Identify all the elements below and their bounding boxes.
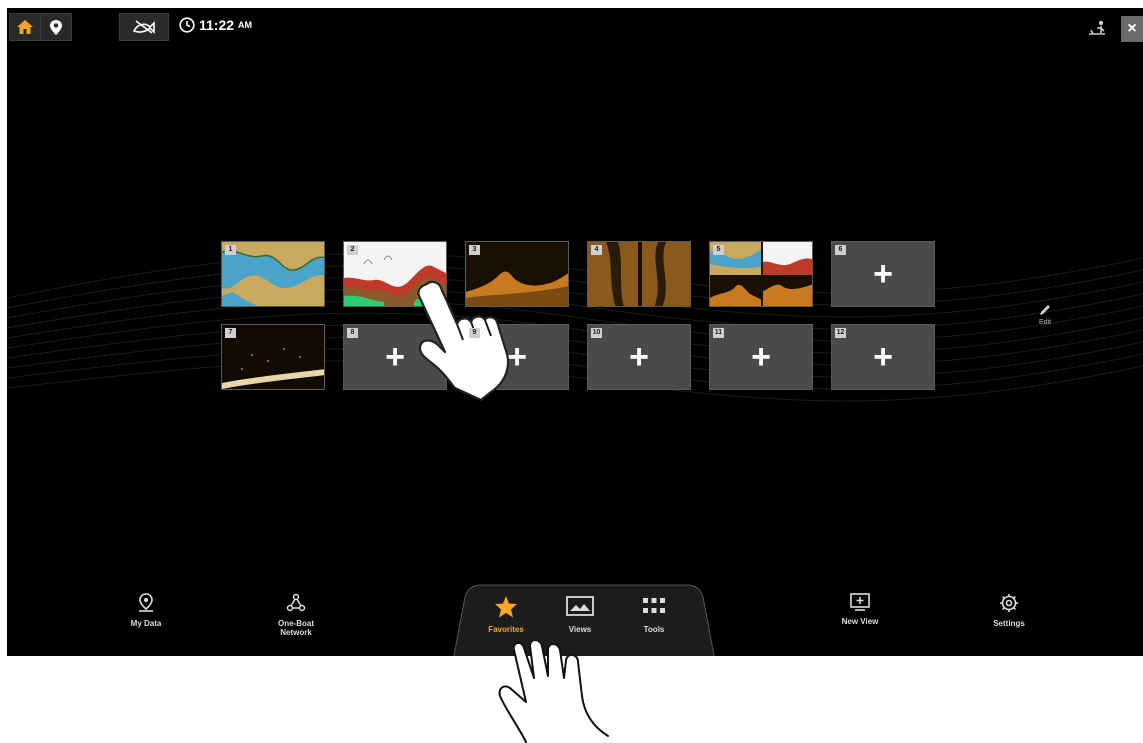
settings-label: Settings — [993, 619, 1025, 628]
views-tab[interactable]: Views — [552, 596, 608, 634]
edit-label: Edit — [1038, 319, 1052, 326]
close-button[interactable]: × — [1121, 16, 1143, 42]
views-label: Views — [568, 625, 592, 634]
favorite-tile-2[interactable]: 2 — [343, 241, 447, 307]
one-boat-network-label: One-Boat Network — [251, 619, 341, 637]
favorite-tile-8[interactable]: 8 + — [343, 324, 447, 390]
tile-number: 6 — [835, 245, 846, 255]
home-icon — [17, 20, 33, 34]
my-data-label: My Data — [130, 619, 162, 628]
clock-time: 11:22 — [199, 17, 235, 33]
status-bar: 11:22 AM × — [7, 8, 1143, 48]
waypoint-button[interactable] — [40, 13, 72, 41]
favorite-tile-7[interactable]: 7 — [221, 324, 325, 390]
tile-number: 2 — [347, 245, 358, 255]
location-pin-icon — [50, 19, 62, 35]
add-view-plus: + — [629, 337, 649, 376]
favorite-tile-1[interactable]: 1 — [221, 241, 325, 307]
home-button[interactable] — [9, 13, 41, 41]
person-icon — [1089, 20, 1105, 35]
favorite-tile-3[interactable]: 3 — [465, 241, 569, 307]
new-view-icon — [850, 593, 870, 611]
tile-number: 10 — [591, 328, 602, 338]
device-screen: 11:22 AM × 1 2 3 4 5 6 + 7 8 + 9 + 10 + … — [7, 8, 1143, 656]
add-view-plus: + — [385, 337, 405, 376]
favorite-tile-11[interactable]: 11 + — [709, 324, 813, 390]
tile-number: 7 — [225, 328, 236, 338]
tools-tab[interactable]: Tools — [626, 596, 682, 634]
tools-label: Tools — [643, 625, 665, 634]
my-data-button[interactable]: My Data — [101, 593, 191, 628]
add-view-plus: + — [507, 337, 527, 376]
fish-icon — [132, 20, 155, 34]
favorite-tile-6[interactable]: 6 + — [831, 241, 935, 307]
one-boat-network-button[interactable]: One-Boat Network — [251, 593, 341, 637]
new-view-label: New View — [841, 617, 879, 626]
tile-number: 12 — [835, 328, 846, 338]
background-wave — [7, 8, 1143, 656]
new-view-button[interactable]: New View — [815, 593, 905, 626]
operator-button[interactable] — [1087, 20, 1107, 43]
tile-number: 8 — [347, 328, 358, 338]
tile-number: 11 — [713, 328, 724, 338]
fish-button[interactable] — [119, 13, 169, 41]
tile-number: 1 — [225, 245, 236, 255]
network-icon — [286, 593, 306, 612]
tile-number: 3 — [469, 245, 480, 255]
chart-view-thumbnail — [222, 242, 324, 306]
clock-ampm: AM — [238, 20, 253, 30]
favorite-tile-4[interactable]: 4 — [587, 241, 691, 307]
star-icon — [495, 596, 517, 618]
tile-number: 5 — [713, 245, 724, 255]
clock: 11:22 AM — [179, 17, 252, 33]
favorite-tile-9[interactable]: 9 + — [465, 324, 569, 390]
settings-button[interactable]: Settings — [964, 593, 1054, 628]
gear-icon — [1000, 594, 1018, 612]
tile-number: 9 — [469, 328, 480, 338]
down-imaging-thumbnail — [466, 242, 568, 306]
one-boat-label-line2: Network — [280, 628, 312, 637]
edit-button[interactable]: Edit — [1033, 303, 1057, 326]
combo-view-thumbnail — [710, 242, 812, 306]
favorites-tab[interactable]: Favorites — [478, 596, 534, 634]
add-view-plus: + — [751, 337, 771, 376]
one-boat-label-line1: One-Boat — [278, 619, 314, 628]
favorites-label: Favorites — [488, 625, 524, 634]
add-view-plus: + — [873, 254, 893, 293]
favorite-tile-5[interactable]: 5 — [709, 241, 813, 307]
sonar-view-thumbnail — [344, 242, 446, 306]
grid-icon — [643, 598, 665, 613]
favorite-tile-10[interactable]: 10 + — [587, 324, 691, 390]
views-icon — [566, 596, 594, 616]
360-imaging-thumbnail — [222, 325, 324, 389]
favorite-tile-12[interactable]: 12 + — [831, 324, 935, 390]
tile-number: 4 — [591, 245, 602, 255]
pencil-icon — [1040, 305, 1050, 315]
clock-icon — [179, 17, 195, 33]
side-imaging-thumbnail — [588, 242, 690, 306]
add-view-plus: + — [873, 337, 893, 376]
my-data-icon — [139, 593, 153, 612]
